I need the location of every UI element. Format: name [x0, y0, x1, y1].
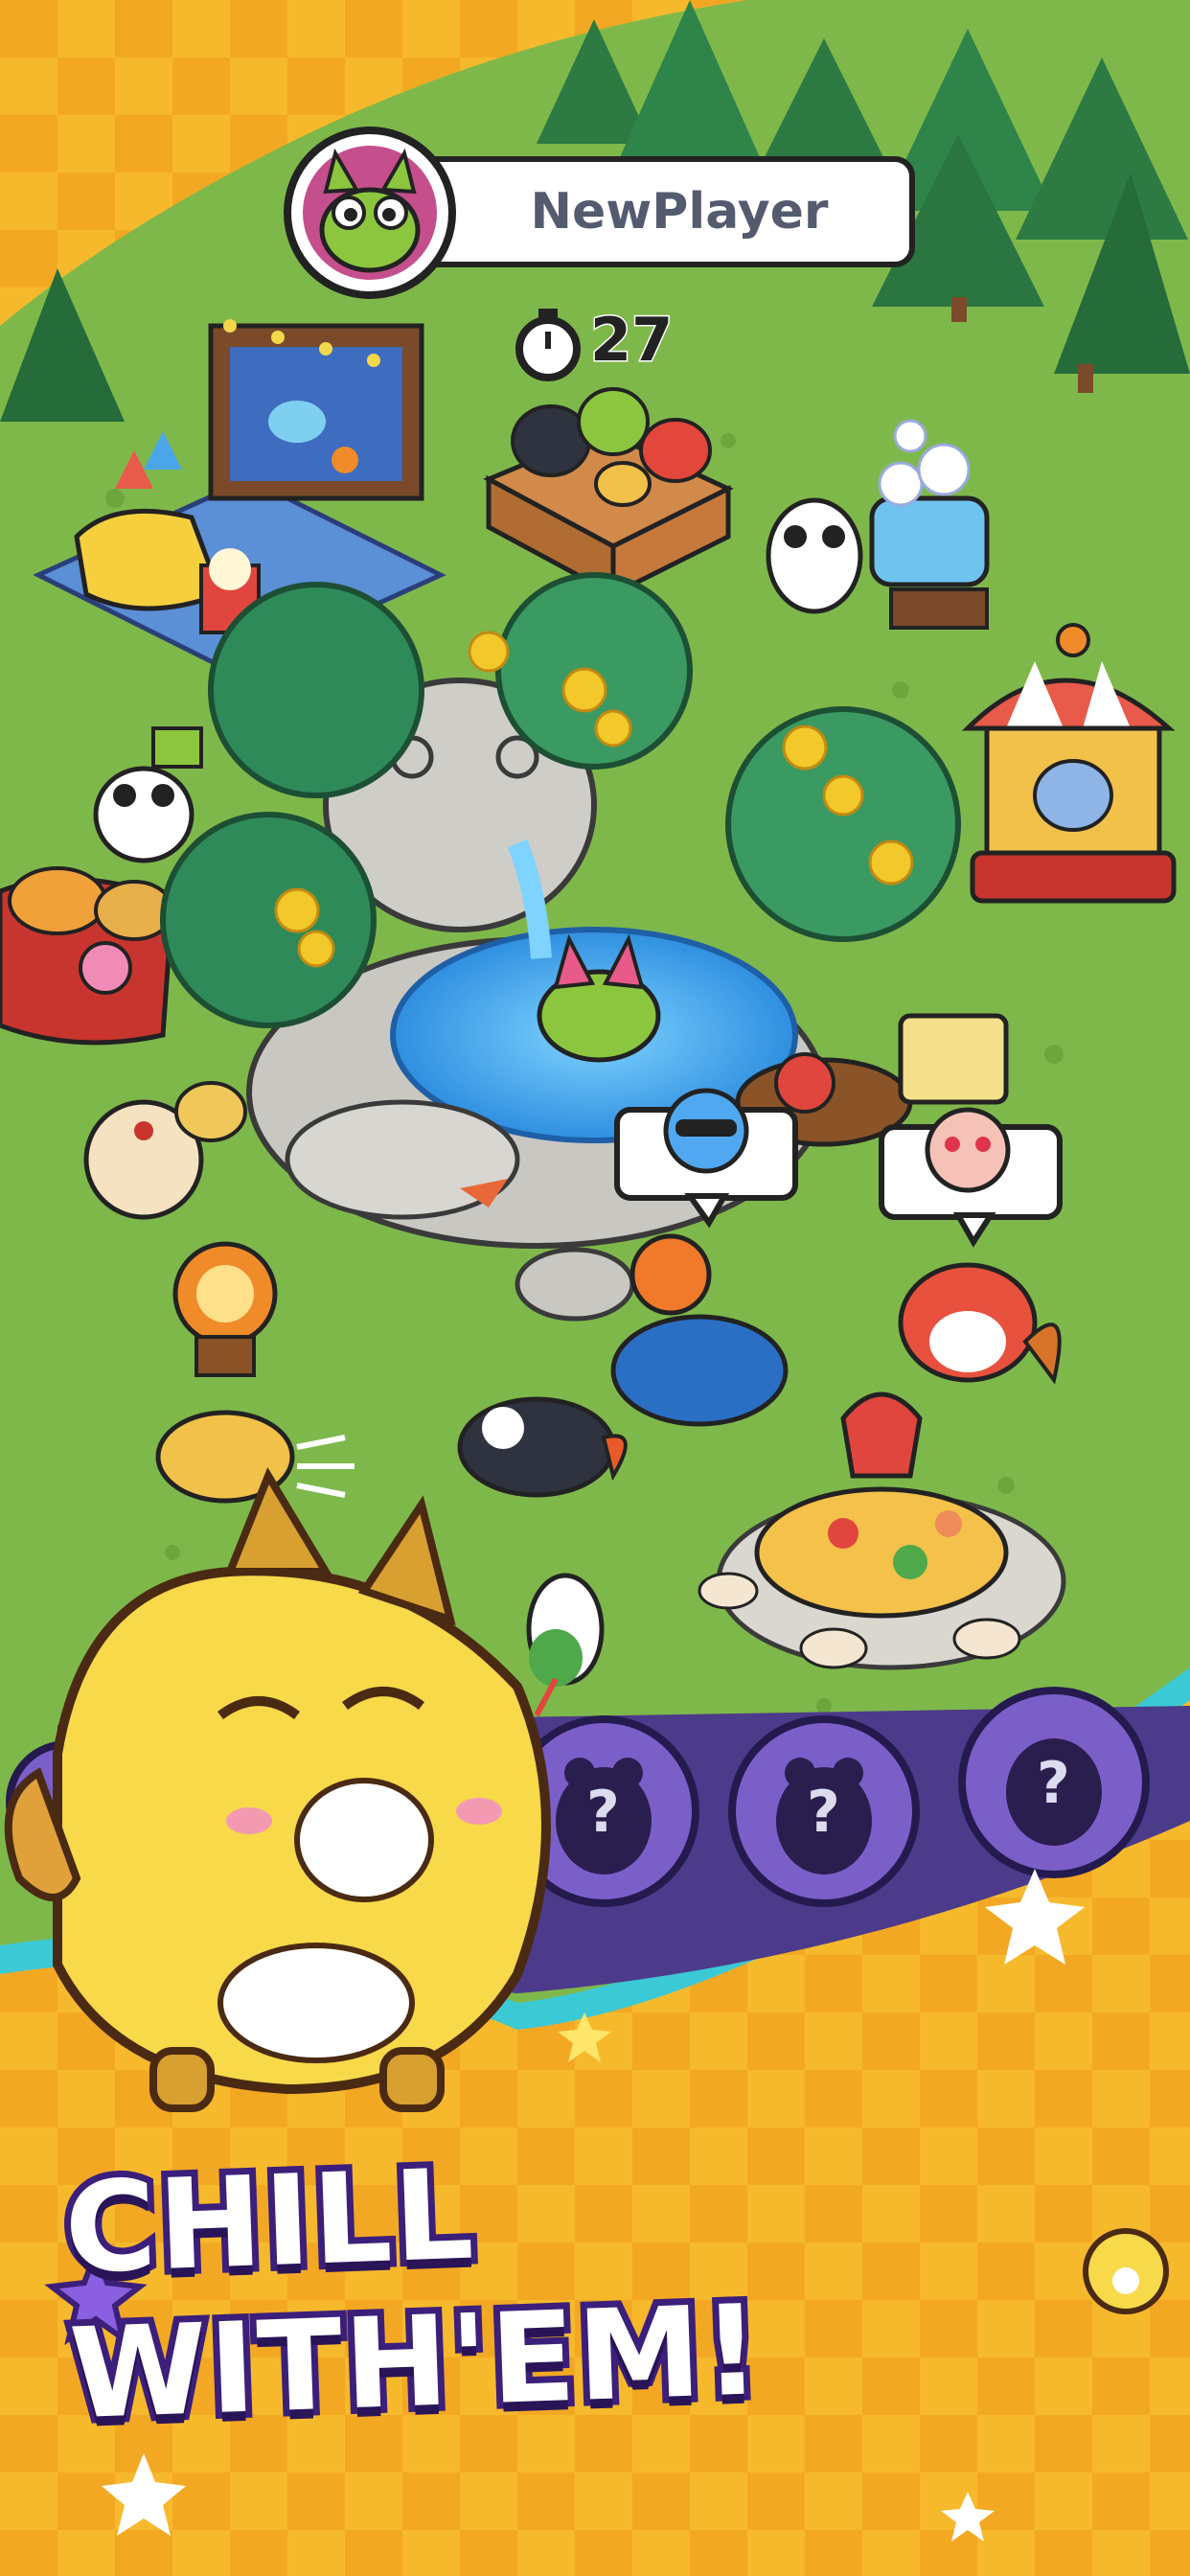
heart-eyes-face-icon: [925, 1107, 1011, 1193]
slot-1-label: ?: [586, 1779, 620, 1846]
headline-banner: CHILL WITH'EM!: [56, 2135, 1131, 2454]
headline-text: CHILL WITH'EM!: [56, 2135, 771, 2454]
slot-2-label: ?: [807, 1779, 840, 1846]
timer-value: 27: [588, 304, 674, 377]
player-name: NewPlayer: [530, 183, 829, 241]
slot-3-label: ?: [1037, 1750, 1070, 1817]
game-screen: NewPlayer 27 CHILL WITH'EM! ? ? ?: [0, 0, 1190, 2576]
